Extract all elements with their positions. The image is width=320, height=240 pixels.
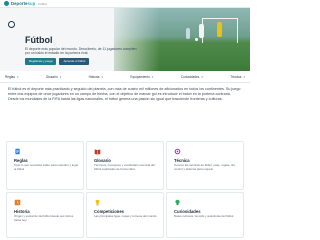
card-description: Conoce las técnicas de fútbol: pase, reg… bbox=[174, 163, 236, 171]
top-bar: Deportesup Fútbol bbox=[0, 0, 250, 8]
card-tecnica[interactable]: Técnica Conoce las técnicas de fútbol: p… bbox=[166, 141, 244, 190]
chevron-down-icon: ▾ bbox=[243, 74, 245, 79]
hero-fade bbox=[100, 8, 160, 71]
chevron-down-icon: ▾ bbox=[59, 74, 62, 79]
card-glosario[interactable]: Glosario Términos, conceptos y vocabular… bbox=[86, 141, 164, 190]
chevron-down-icon: ▾ bbox=[151, 74, 154, 79]
section-tabs: Reglas ▾ Glosario ▾ Historia ▾ Equipamiento… bbox=[0, 71, 250, 83]
tab-equipamiento[interactable]: Equipamiento ▾ bbox=[130, 75, 153, 79]
secondary-cta-button[interactable]: Aprende el fútbol bbox=[59, 58, 90, 65]
chevron-down-icon: ▾ bbox=[201, 74, 203, 79]
card-reglas[interactable]: Reglas Todo lo que necesitas saber para … bbox=[6, 141, 84, 190]
tab-curiosidades[interactable]: Curiosidades ▾ bbox=[181, 75, 203, 79]
hero-description: El deporte más popular del mundo. Descúb… bbox=[25, 47, 137, 56]
breadcrumb[interactable]: Fútbol bbox=[38, 2, 46, 6]
tab-glosario[interactable]: Glosario ▾ bbox=[46, 75, 61, 79]
document-icon bbox=[14, 148, 21, 155]
logo-text: Deportesup bbox=[11, 1, 36, 6]
tab-reglas[interactable]: Reglas ▾ bbox=[5, 75, 18, 79]
trophy-icon bbox=[94, 199, 101, 206]
chevron-down-icon: ▾ bbox=[101, 74, 103, 79]
hero-actions: Regístrate y juega Aprende el fútbol bbox=[25, 58, 90, 65]
chevron-down-icon: ▾ bbox=[16, 74, 19, 79]
card-historia[interactable]: Historia Origen y evolución del fútbol d… bbox=[6, 192, 84, 238]
card-description: Términos, conceptos y vocabulario esenci… bbox=[94, 163, 155, 171]
target-icon bbox=[174, 148, 181, 155]
card-description: Todo lo que necesitas saber para entende… bbox=[14, 163, 79, 171]
site-logo[interactable]: Deportesup bbox=[4, 1, 35, 6]
card-description: Datos curiosos, récords y anécdotas del … bbox=[174, 214, 235, 218]
hero-banner: Fútbol El deporte más popular del mundo.… bbox=[0, 8, 250, 71]
player-figure bbox=[199, 24, 204, 38]
book-icon bbox=[94, 148, 101, 155]
card-description: Las principales ligas, copas y torneos d… bbox=[94, 214, 158, 218]
page-title: Fútbol bbox=[25, 35, 53, 45]
logo-icon bbox=[4, 1, 9, 6]
player-figure bbox=[217, 22, 222, 37]
clock-icon bbox=[14, 199, 21, 206]
player-figure bbox=[186, 28, 190, 39]
lightbulb-icon bbox=[174, 199, 181, 206]
card-description: Origen y evolución del fútbol desde sus … bbox=[14, 214, 74, 222]
ball-graphic bbox=[195, 38, 198, 41]
card-competiciones[interactable]: Competiciones Las principales ligas, cop… bbox=[86, 192, 164, 238]
primary-cta-button[interactable]: Regístrate y juega bbox=[25, 58, 57, 65]
card-curiosidades[interactable]: Curiosidades Datos curiosos, récords y a… bbox=[166, 192, 244, 238]
tab-tecnica[interactable]: Técnica ▾ bbox=[230, 75, 245, 79]
soccer-ball-icon bbox=[8, 21, 15, 28]
intro-paragraph: El fútbol es el deporte más practicado y… bbox=[8, 87, 241, 101]
tab-historia[interactable]: Historia ▾ bbox=[89, 75, 103, 79]
